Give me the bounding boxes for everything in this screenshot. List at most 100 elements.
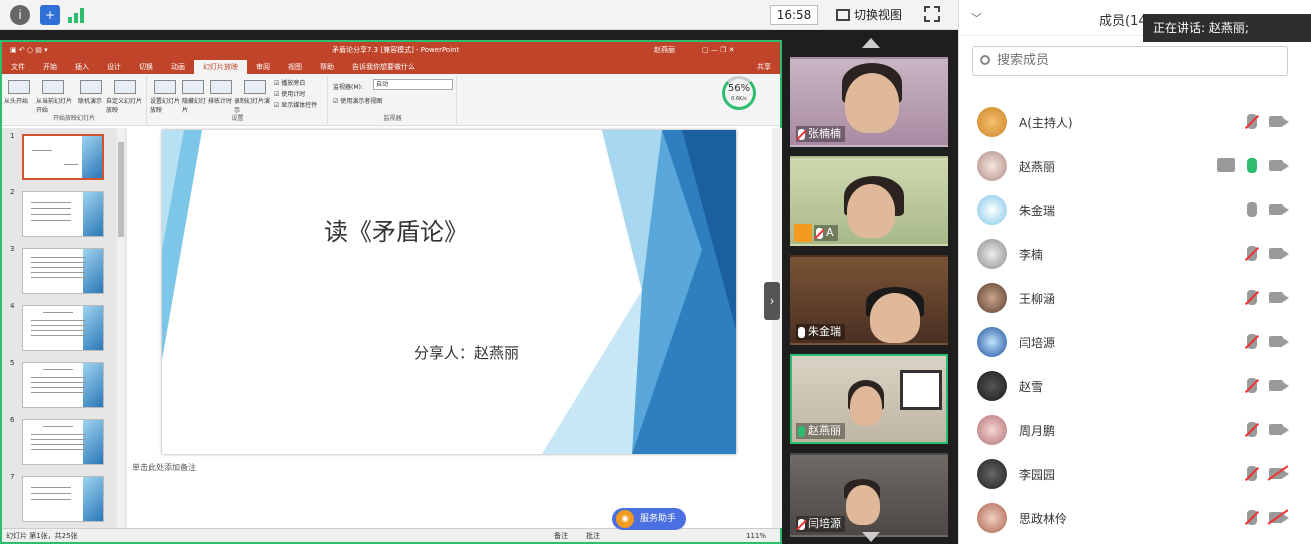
camera-icon[interactable] <box>1269 248 1289 259</box>
tab-transitions[interactable]: 切换 <box>130 60 162 74</box>
camera-icon[interactable] <box>1269 380 1289 391</box>
hide-slide-icon[interactable] <box>182 80 204 94</box>
mic-muted-icon[interactable] <box>1247 378 1257 393</box>
mic-muted-icon[interactable] <box>1247 246 1257 261</box>
record-icon[interactable] <box>244 80 266 94</box>
collapse-panel-button[interactable]: › <box>764 282 780 320</box>
member-row[interactable]: 赵燕丽 <box>959 144 1311 188</box>
tab-animations[interactable]: 动画 <box>162 60 194 74</box>
signal-strength-icon[interactable] <box>68 7 84 23</box>
info-icon[interactable]: i <box>10 5 30 25</box>
video-tile[interactable]: 张楠楠 <box>790 57 948 147</box>
member-search[interactable] <box>972 46 1288 76</box>
camera-icon[interactable] <box>1269 160 1289 171</box>
slide-thumbnail[interactable] <box>22 305 104 351</box>
mic-muted-icon[interactable] <box>1247 422 1257 437</box>
service-assistant-button[interactable]: ◉ 服务助手 <box>612 508 686 530</box>
btn-from-beginning[interactable]: 从头开始 <box>4 96 28 105</box>
chevron-down-icon[interactable]: ﹀ <box>971 10 982 26</box>
notes-toggle[interactable]: 备注 <box>554 529 568 543</box>
camera-icon[interactable] <box>1269 116 1289 127</box>
mic-on-icon[interactable] <box>1247 158 1257 173</box>
slide-thumbnail[interactable] <box>22 191 104 237</box>
fullscreen-icon[interactable] <box>924 6 940 22</box>
from-current-icon[interactable] <box>42 80 64 94</box>
tab-slideshow[interactable]: 幻灯片放映 <box>194 60 247 74</box>
monitor-select[interactable]: 自动 <box>373 79 453 90</box>
tab-view[interactable]: 视图 <box>279 60 311 74</box>
tab-design[interactable]: 设计 <box>98 60 130 74</box>
online-present-icon[interactable] <box>80 80 102 94</box>
btn-rehearse[interactable]: 排练计时 <box>208 96 232 105</box>
setup-show-icon[interactable] <box>154 80 176 94</box>
btn-from-current[interactable]: 从当前幻灯片开始 <box>36 96 76 114</box>
scroll-down-icon[interactable] <box>862 532 880 542</box>
check-media-controls[interactable]: ☑ 显示媒体控件 <box>274 100 317 109</box>
member-search-input[interactable] <box>997 53 1277 68</box>
member-row[interactable]: 思政林伶 <box>959 496 1311 540</box>
member-row[interactable]: 赵雪 <box>959 364 1311 408</box>
notes-placeholder[interactable]: 单击此处添加备注 <box>132 462 196 473</box>
slide-scrollbar[interactable] <box>772 128 782 528</box>
window-controls[interactable]: ▢ — ❐ ✕ <box>702 42 734 58</box>
tab-review[interactable]: 审阅 <box>247 60 279 74</box>
video-name: 张楠楠 <box>808 127 841 140</box>
slide-thumbnail[interactable] <box>22 419 104 465</box>
mic-muted-icon[interactable] <box>1247 114 1257 129</box>
tab-file[interactable]: 文件 <box>2 60 34 74</box>
member-row[interactable]: 李园园 <box>959 452 1311 496</box>
btn-setup-show[interactable]: 设置幻灯片放映 <box>150 96 180 114</box>
mic-muted-icon[interactable] <box>1247 334 1257 349</box>
scroll-up-icon[interactable] <box>862 38 880 48</box>
current-slide[interactable]: 读《矛盾论》 分享人：赵燕丽 <box>162 130 736 454</box>
comments-toggle[interactable]: 批注 <box>586 529 600 543</box>
thumbnail-scrollbar[interactable] <box>117 128 125 528</box>
tab-insert[interactable]: 插入 <box>66 60 98 74</box>
tab-help[interactable]: 帮助 <box>311 60 343 74</box>
video-tile[interactable]: 朱金瑞 <box>790 255 948 345</box>
slide-thumbnail[interactable] <box>22 134 104 180</box>
from-beginning-icon[interactable] <box>8 80 30 94</box>
camera-icon[interactable] <box>1269 336 1289 347</box>
avatar <box>977 371 1007 401</box>
camera-off-icon[interactable] <box>1269 468 1289 479</box>
member-row[interactable]: 朱金瑞 <box>959 188 1311 232</box>
tab-home[interactable]: 开始 <box>34 60 66 74</box>
security-shield-icon[interactable]: + <box>40 5 60 25</box>
check-presenter-view[interactable]: ☑ 使用演示者视图 <box>333 96 382 105</box>
member-row[interactable]: 李楠 <box>959 232 1311 276</box>
camera-icon[interactable] <box>1269 204 1289 215</box>
btn-online-present[interactable]: 联机演示 <box>78 96 102 105</box>
camera-icon[interactable] <box>1269 424 1289 435</box>
video-tile[interactable]: A <box>790 156 948 246</box>
switch-view-button[interactable]: 切换视图 <box>836 5 902 25</box>
avatar <box>977 239 1007 269</box>
rehearse-icon[interactable] <box>210 80 232 94</box>
check-timings[interactable]: ☑ 使用计时 <box>274 89 305 98</box>
slide-thumbnail[interactable] <box>22 248 104 294</box>
tell-me-box[interactable]: 告诉我你想要做什么 <box>343 60 424 74</box>
video-tile-active-speaker[interactable]: 赵燕丽 <box>790 354 948 444</box>
mic-muted-icon[interactable] <box>1247 290 1257 305</box>
member-row[interactable]: 闫培源 <box>959 320 1311 364</box>
zoom-level[interactable]: 111% <box>746 529 766 543</box>
mic-muted-icon[interactable] <box>1247 466 1257 481</box>
slide-thumbnail[interactable] <box>22 362 104 408</box>
mic-icon[interactable] <box>1247 202 1257 217</box>
btn-record[interactable]: 录制幻灯片演示 <box>234 96 274 114</box>
slide-thumbnail[interactable] <box>22 476 104 522</box>
btn-custom-show[interactable]: 自定义幻灯片放映 <box>106 96 146 114</box>
host-avatar-icon <box>794 224 812 242</box>
member-row[interactable]: 王柳涵 <box>959 276 1311 320</box>
camera-icon[interactable] <box>1269 292 1289 303</box>
btn-hide-slide[interactable]: 隐藏幻灯片 <box>182 96 208 114</box>
member-row[interactable]: A(主持人) <box>959 100 1311 144</box>
mic-muted-icon[interactable] <box>1247 510 1257 525</box>
camera-off-icon[interactable] <box>1269 512 1289 523</box>
share-button[interactable]: 共享 <box>748 60 780 74</box>
video-tile[interactable]: 闫培源 <box>790 453 948 537</box>
custom-show-icon[interactable] <box>114 80 136 94</box>
check-narration[interactable]: ☑ 播放旁白 <box>274 78 305 87</box>
member-row[interactable]: 周月鹏 <box>959 408 1311 452</box>
quick-access-icons[interactable]: ▣ ↶ ○ ▤ ▾ <box>10 42 48 58</box>
